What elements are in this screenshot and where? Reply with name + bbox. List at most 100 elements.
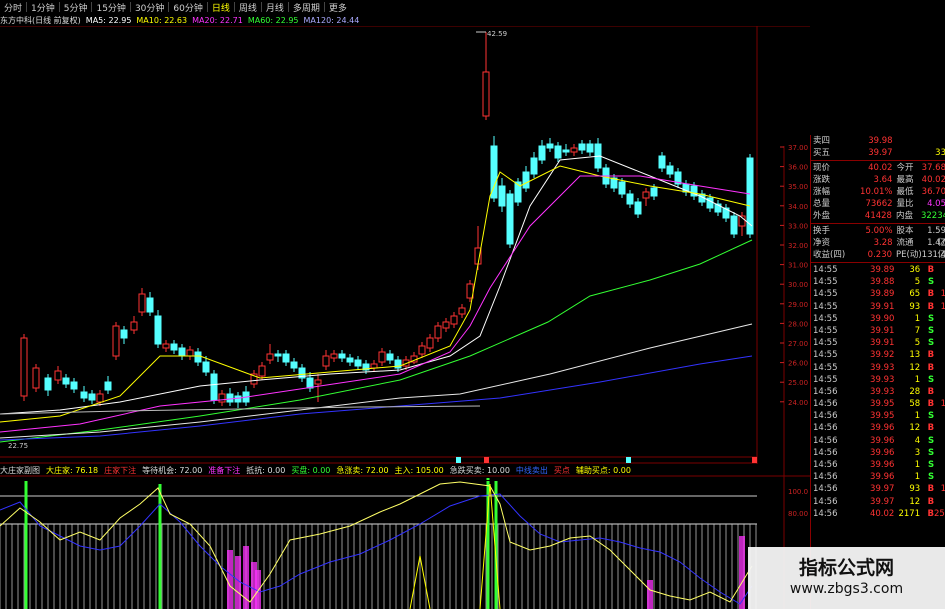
tick-x xyxy=(934,496,945,508)
candle-up xyxy=(138,293,146,313)
tick-t: 14:55 xyxy=(813,289,838,300)
candle-down xyxy=(634,201,642,215)
quote-v: 39.97 xyxy=(868,148,893,158)
candle-down xyxy=(618,181,626,195)
axis-label: 25.00 xyxy=(788,379,808,387)
tick-d: B xyxy=(927,265,935,275)
quote-l2: 最低 xyxy=(896,187,914,197)
tick-v: 1 xyxy=(914,460,921,470)
tick-t: 14:55 xyxy=(813,374,838,385)
tick-t: 14:55 xyxy=(813,313,838,324)
tick-x: 1 xyxy=(940,301,945,312)
tab-10[interactable]: 更多 xyxy=(329,1,347,14)
watermark: 指标公式网 www.zbgs3.com xyxy=(748,547,945,609)
tick-row: 14:56 39.96 12 B xyxy=(811,422,945,434)
tab-7[interactable]: 周线 xyxy=(239,1,257,14)
indicator-header: 大庄家副图 大庄家: 76.18 庄家下注 等待机会: 72.00 准备下注 抵抗: 0… xyxy=(0,464,637,476)
tick-d: S xyxy=(927,325,935,336)
quote-row: 换手 5.00% 股本 1.59亿 xyxy=(811,225,945,248)
candle-down xyxy=(666,165,674,175)
tick-t: 14:55 xyxy=(813,338,838,349)
indicator-item-9: 中线卖出 xyxy=(515,465,548,475)
tab-6[interactable]: 日线 xyxy=(212,1,230,14)
axis-label: 37.00 xyxy=(788,144,808,152)
quote-row: 净资 3.28 流通 1.47亿 xyxy=(811,237,945,260)
tick-v: 1 xyxy=(914,374,921,385)
tick-x xyxy=(934,422,945,434)
tab-2[interactable]: 5分钟 xyxy=(64,1,88,14)
tab-8[interactable]: 月线 xyxy=(266,1,284,14)
tab-1[interactable]: 1分钟 xyxy=(31,1,55,14)
quote-v: 40.02 xyxy=(868,163,893,173)
quote-v: 39.98 xyxy=(868,136,893,146)
tick-p: 39.95 xyxy=(870,399,895,410)
candle-down xyxy=(586,143,594,153)
indicator-item-3: 准备下注 xyxy=(208,465,241,475)
quote-row: 涨跌 3.64 最高 40.02 xyxy=(811,174,945,186)
candle-down xyxy=(70,381,78,390)
quote-row: 买五 39.97 33 xyxy=(811,147,945,159)
candle-down xyxy=(730,215,738,235)
candle-up xyxy=(32,367,40,389)
tick-v: 12 xyxy=(909,496,921,507)
tick-t: 14:56 xyxy=(813,411,838,422)
tick-row: 14:55 39.88 5 S xyxy=(811,276,945,288)
tick-row: 14:55 39.91 5 S xyxy=(811,337,945,349)
tick-t: 14:55 xyxy=(813,265,838,275)
tab-divider xyxy=(26,2,28,12)
tick-t: 14:55 xyxy=(813,277,838,288)
tick-row: 14:56 40.022171 B250 xyxy=(811,508,945,520)
green-signal-bar xyxy=(24,480,28,609)
tick-t: 14:56 xyxy=(813,386,838,397)
indicator-item-1: 庄家下注 xyxy=(104,465,137,475)
tick-v: 36 xyxy=(909,265,921,275)
tick-t: 14:55 xyxy=(813,362,838,373)
tab-0[interactable]: 分时 xyxy=(4,1,22,14)
tab-3[interactable]: 15分钟 xyxy=(96,1,125,14)
quote-l: 涨幅 xyxy=(813,187,831,197)
kline-chart[interactable]: 37.00 36.00 35.00 34.00 33.00 32.00 31.00 30.00… xyxy=(0,26,810,609)
quote-v2: 40.02 xyxy=(921,175,945,185)
candle-down xyxy=(626,193,634,205)
tick-x xyxy=(934,435,945,447)
tab-9[interactable]: 多周期 xyxy=(293,1,320,14)
axis-label: 26.00 xyxy=(788,360,808,368)
candle-up xyxy=(314,379,322,385)
candle-up xyxy=(442,321,450,329)
tick-p: 39.97 xyxy=(870,484,895,495)
quote-l2: PE(动) xyxy=(896,250,922,260)
tick-v: 12 xyxy=(909,423,921,434)
candle-down xyxy=(120,329,128,339)
tick-d: B xyxy=(927,399,935,410)
candle-down xyxy=(178,347,186,357)
tab-5[interactable]: 60分钟 xyxy=(173,1,202,14)
tab-divider xyxy=(58,2,60,12)
candle-up xyxy=(418,345,426,355)
low-price-label: 22.75 xyxy=(8,442,28,450)
candle-down xyxy=(290,361,298,369)
watermark-url: www.zbgs3.com xyxy=(789,581,904,597)
date-marker xyxy=(626,457,631,463)
tick-x: 1 xyxy=(940,289,945,300)
tick-d: S xyxy=(927,277,935,288)
candle-down xyxy=(194,351,202,363)
ma120-value: MA120: 24.44 xyxy=(303,15,360,25)
tick-x xyxy=(934,362,945,374)
tick-d: S xyxy=(927,338,935,349)
axis-label: 29.00 xyxy=(788,301,808,309)
indicator-axis-label: 80.00 xyxy=(788,510,808,518)
ma5-value: MA5: 22.95 xyxy=(85,15,132,25)
candle-down xyxy=(282,353,290,363)
candle-up xyxy=(642,191,650,199)
candle-down xyxy=(226,393,234,403)
axis-label: 28.00 xyxy=(788,320,808,328)
quote-v: 3.64 xyxy=(873,175,893,185)
tab-4[interactable]: 30分钟 xyxy=(135,1,164,14)
tick-p: 39.91 xyxy=(870,301,895,312)
tick-p: 39.93 xyxy=(870,362,895,373)
quote-v: 3.28 xyxy=(873,238,893,248)
tick-row: 14:55 39.92 13 B xyxy=(811,349,945,361)
tick-d: B xyxy=(927,289,935,300)
quote-row: 总量 73662 量比 4.05 xyxy=(811,198,945,210)
tick-t: 14:56 xyxy=(813,399,838,410)
